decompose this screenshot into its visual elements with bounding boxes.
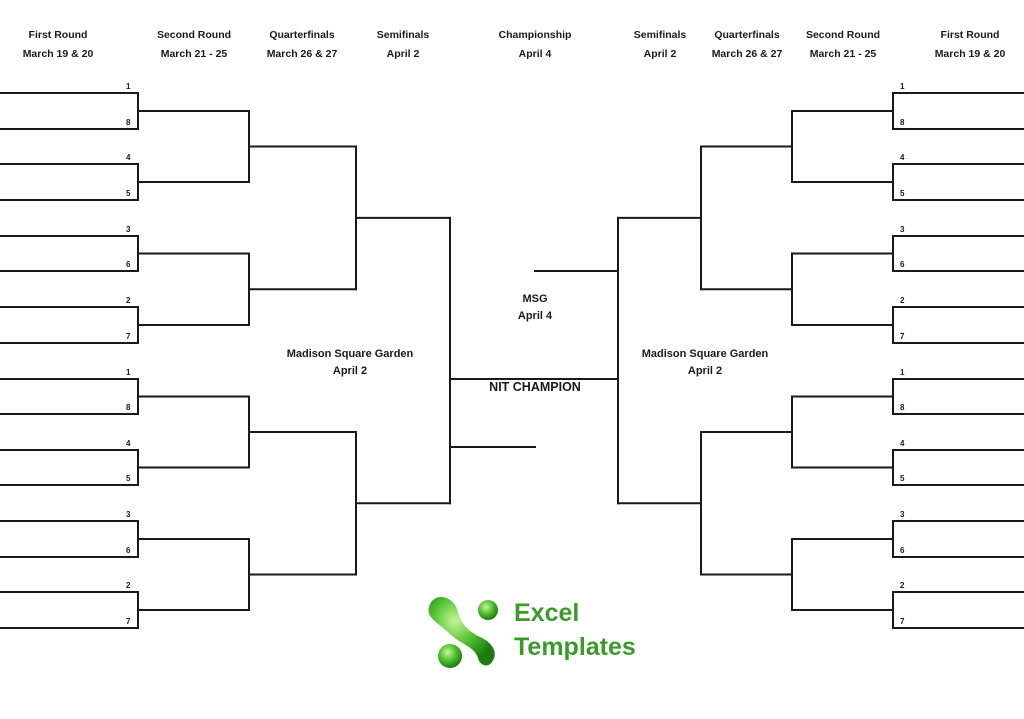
left-seed-number: 1 <box>126 368 131 377</box>
right-seed-number: 2 <box>900 581 905 590</box>
left-seed-number: 2 <box>126 296 131 305</box>
venue-date: April 4 <box>517 310 553 322</box>
right-seed-number: 6 <box>900 260 905 269</box>
left-seed-number: 3 <box>126 510 131 519</box>
left-seed-number: 4 <box>126 153 131 162</box>
left-seed-number: 4 <box>126 439 131 448</box>
right-seed-number: 6 <box>900 546 905 555</box>
right-seed-number: 7 <box>900 617 905 626</box>
right-seed-number: 5 <box>900 189 905 198</box>
championship-venue: MSG April 4 <box>518 291 552 325</box>
left-seed-number: 5 <box>126 474 131 483</box>
left-seed-number: 3 <box>126 225 131 234</box>
venue-date: April 2 <box>332 365 368 377</box>
right-seed-number: 2 <box>900 296 905 305</box>
right-seed-number: 7 <box>900 332 905 341</box>
left-seed-number: 7 <box>126 617 131 626</box>
left-seed-number: 2 <box>126 581 131 590</box>
right-semifinal-venue: Madison Square Garden April 2 <box>642 346 769 380</box>
logo-text-templates: Templates <box>514 633 636 661</box>
excel-templates-logo: Excel Templates <box>424 594 654 674</box>
left-semifinal-venue: Madison Square Garden April 2 <box>287 346 414 380</box>
excel-logo-icon <box>428 597 498 668</box>
venue-date: April 2 <box>687 365 723 377</box>
right-seed-number: 4 <box>900 439 905 448</box>
logo-text-excel: Excel <box>514 599 580 627</box>
left-seed-number: 8 <box>126 403 131 412</box>
right-seed-number: 1 <box>900 82 905 91</box>
champion-label: NIT CHAMPION <box>489 380 581 394</box>
right-seed-number: 5 <box>900 474 905 483</box>
left-seed-number: 8 <box>126 118 131 127</box>
right-seed-number: 8 <box>900 118 905 127</box>
right-seed-number: 8 <box>900 403 905 412</box>
right-seed-number: 3 <box>900 225 905 234</box>
venue-name: Madison Square Garden <box>641 348 769 360</box>
right-seed-number: 3 <box>900 510 905 519</box>
left-seed-number: 6 <box>126 546 131 555</box>
right-seed-number: 1 <box>900 368 905 377</box>
left-seed-number: 1 <box>126 82 131 91</box>
venue-name: MSG <box>522 293 548 305</box>
left-seed-number: 6 <box>126 260 131 269</box>
left-seed-number: 5 <box>126 189 131 198</box>
venue-name: Madison Square Garden <box>286 348 414 360</box>
left-seed-number: 7 <box>126 332 131 341</box>
right-seed-number: 4 <box>900 153 905 162</box>
